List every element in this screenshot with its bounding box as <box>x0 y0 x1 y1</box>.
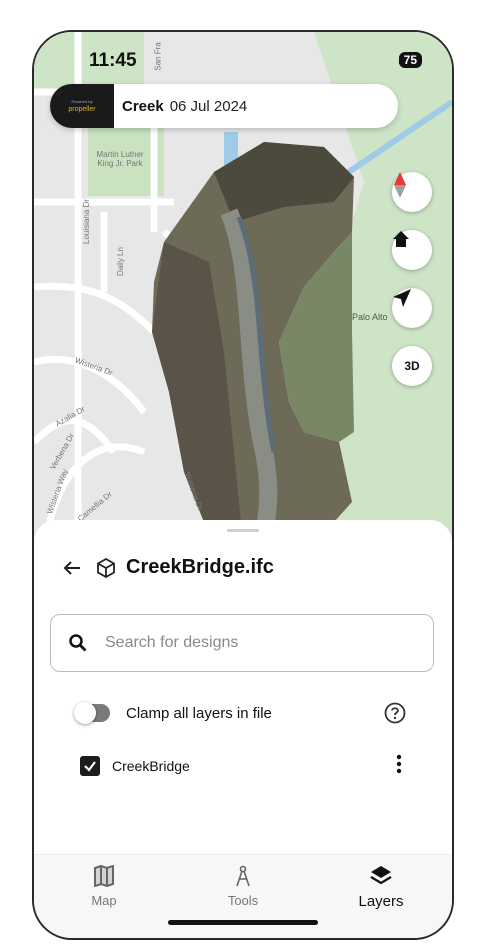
nav-label-layers: Layers <box>358 893 404 910</box>
nav-tab-tools[interactable]: Tools <box>203 865 283 908</box>
home-indicator[interactable] <box>168 920 318 925</box>
cube-icon <box>97 557 115 578</box>
site-name: Creek <box>122 97 164 115</box>
file-title: CreekBridge.ifc <box>126 556 274 578</box>
location-arrow-icon <box>393 289 411 307</box>
search-input[interactable]: Search for designs <box>50 614 434 672</box>
map-view[interactable]: Palo Alto ours 11:45 75 Powe <box>34 32 452 552</box>
help-icon[interactable] <box>384 702 406 724</box>
compass-tool-icon <box>236 865 250 887</box>
phone-screen: Palo Alto ours 11:45 75 Powe <box>32 30 454 940</box>
map-icon <box>94 865 114 887</box>
panel-title-row: CreekBridge.ifc <box>62 556 274 579</box>
nav-label-map: Map <box>91 893 117 908</box>
status-time: 11:45 <box>89 50 137 71</box>
layer-row[interactable]: CreekBridge <box>80 756 190 776</box>
layers-icon <box>370 866 392 885</box>
toggle-knob <box>74 702 96 724</box>
nav-label-tools: Tools <box>227 893 259 908</box>
home-button[interactable] <box>392 230 432 270</box>
compass-button[interactable] <box>392 172 432 212</box>
street-label: Louisiana Dr <box>81 199 91 244</box>
chevron-down-icon <box>52 89 64 97</box>
status-icons: 75 <box>398 52 422 68</box>
nav-tab-map[interactable]: Map <box>64 865 144 908</box>
3d-view-button[interactable]: 3D <box>392 346 432 386</box>
search-icon <box>69 634 87 652</box>
street-label: Daily Ln <box>115 247 125 276</box>
street-label: San Fra <box>153 42 163 71</box>
locate-button[interactable] <box>392 288 432 328</box>
clamp-layers-row: Clamp all layers in file <box>74 702 272 724</box>
layer-name: CreekBridge <box>112 758 190 774</box>
more-options-icon[interactable] <box>396 754 402 774</box>
check-icon <box>84 761 96 772</box>
layers-panel: CreekBridge.ifc Search for designs Clamp… <box>34 520 452 860</box>
search-placeholder: Search for designs <box>105 634 239 651</box>
clamp-toggle[interactable] <box>74 702 110 724</box>
nav-tab-layers[interactable]: Layers <box>341 865 421 910</box>
status-bar: 11:45 75 <box>34 50 452 74</box>
compass-icon <box>394 172 406 198</box>
survey-date: 06 Jul 2024 <box>169 97 248 115</box>
battery-icon: 75 <box>398 52 422 68</box>
bottom-navigation: Map Tools Layers <box>34 854 452 938</box>
site-selector[interactable]: Powered by propeller Creek 06 Jul 2024 <box>50 84 398 128</box>
street-label: Martin Luther King Jr. Park <box>96 150 144 168</box>
clamp-label: Clamp all layers in file <box>126 704 272 722</box>
home-icon <box>393 231 409 247</box>
layer-checkbox[interactable] <box>80 756 100 776</box>
drag-handle[interactable] <box>227 529 259 532</box>
back-arrow-icon[interactable] <box>62 558 82 578</box>
